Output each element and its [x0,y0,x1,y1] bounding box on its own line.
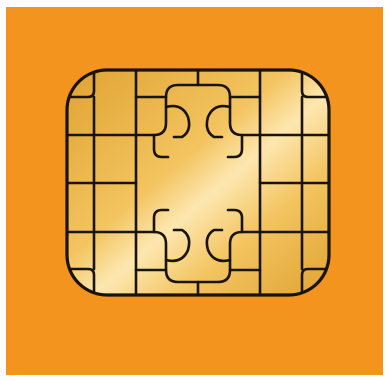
chip-icon [6,7,383,375]
image-canvas [0,0,390,381]
app-icon-tile [6,7,383,375]
